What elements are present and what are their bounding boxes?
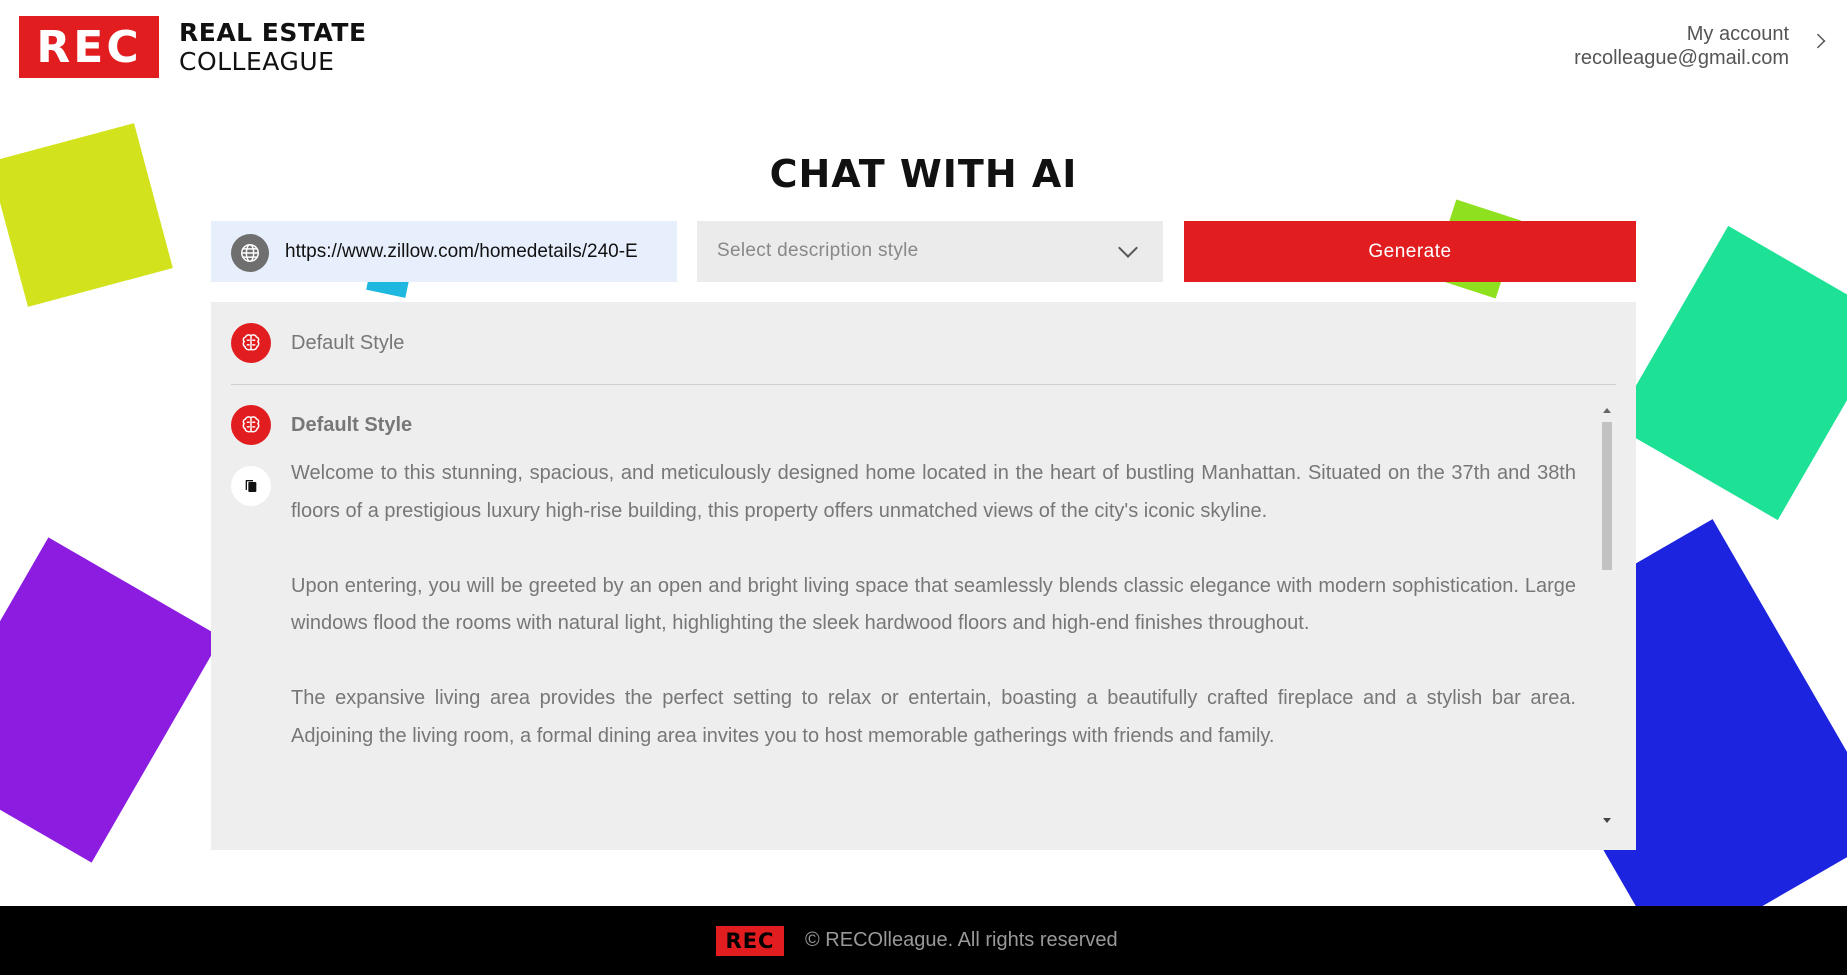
brand-name-line1: REAL ESTATE	[179, 18, 367, 47]
brain-icon	[231, 323, 271, 363]
account-menu[interactable]: My account recolleague@gmail.com	[1574, 22, 1789, 70]
chevron-right-icon[interactable]	[1810, 33, 1826, 49]
response-paragraph: Upon entering, you will be greeted by an…	[291, 574, 1576, 635]
response-text: Welcome to this stunning, spacious, and …	[291, 455, 1576, 835]
decor-square-teal	[1613, 225, 1847, 521]
description-style-select[interactable]: Select description style	[697, 221, 1163, 282]
globe-icon	[231, 234, 269, 272]
copy-icon[interactable]	[231, 466, 271, 506]
brand-name: REAL ESTATE COLLEAGUE	[179, 18, 367, 76]
decor-square-lime	[0, 123, 173, 307]
footer-logo: REC	[716, 926, 784, 956]
response-title: Default Style	[291, 414, 413, 436]
brand-logo[interactable]: REC	[19, 16, 159, 78]
logo-text: REC	[36, 21, 142, 73]
response-paragraph: Welcome to this stunning, spacious, and …	[291, 462, 1576, 522]
footer-logo-text: REC	[725, 929, 775, 953]
request-style-label: Default Style	[291, 332, 405, 354]
url-field	[211, 221, 677, 282]
generate-button[interactable]: Generate	[1184, 221, 1636, 282]
chevron-down-icon	[1118, 238, 1138, 258]
scroll-thumb[interactable]	[1602, 422, 1612, 570]
chat-panel: Default Style Default Style Welcome to t…	[211, 302, 1636, 850]
decor-square-purple	[0, 537, 222, 863]
brand-name-line2: COLLEAGUE	[179, 47, 335, 76]
header: REC REAL ESTATE COLLEAGUE My account rec…	[0, 0, 1847, 96]
divider	[231, 384, 1616, 385]
page-title: CHAT WITH AI	[769, 152, 1078, 196]
scroll-up-arrow[interactable]	[1603, 408, 1611, 413]
response-paragraph: The expansive living area provides the p…	[291, 687, 1576, 747]
account-label: My account	[1686, 23, 1789, 45]
style-select-placeholder: Select description style	[717, 240, 919, 261]
footer: REC © RECOlleague. All rights reserved	[0, 906, 1847, 975]
account-email: recolleague@gmail.com	[1574, 47, 1789, 69]
brain-icon	[231, 405, 271, 445]
response-scrollbar[interactable]	[1601, 408, 1613, 828]
copyright-text: © RECOlleague. All rights reserved	[805, 929, 1118, 951]
scroll-down-arrow[interactable]	[1603, 818, 1611, 823]
url-input[interactable]	[285, 221, 667, 282]
